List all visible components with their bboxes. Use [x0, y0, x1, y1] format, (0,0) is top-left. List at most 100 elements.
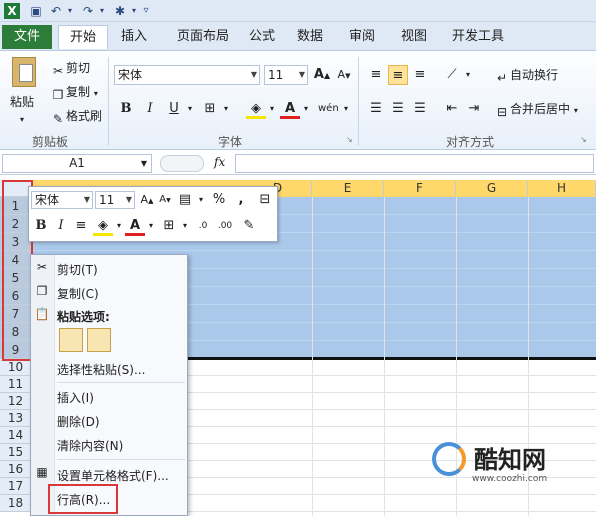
tab-home[interactable]: 开始: [58, 25, 108, 49]
wrap-text-button[interactable]: ↵ 自动换行: [494, 66, 558, 85]
mini-decrease-decimal-icon[interactable]: .00: [215, 216, 235, 236]
mini-percent-icon[interactable]: %: [209, 190, 229, 210]
column-gridline: [384, 197, 385, 516]
copy-button[interactable]: ❐ 复制 ▾: [50, 83, 98, 102]
group-divider: [108, 57, 109, 145]
tab-formulas[interactable]: 公式: [244, 25, 280, 49]
menu-item-paste-special[interactable]: 选择性粘贴(S)...: [57, 361, 145, 378]
underline-dropdown-icon[interactable]: ▾: [180, 99, 200, 119]
border-dropdown-icon[interactable]: ▾: [216, 99, 236, 119]
column-header-h[interactable]: H: [528, 180, 596, 197]
row-header-17[interactable]: 17: [0, 478, 32, 495]
row-header-11[interactable]: 11: [0, 376, 32, 393]
quick-access-toolbar: X ▣ ↶ ▾ ↷ ▾ ✱ ▾ ▿: [0, 0, 596, 22]
mini-font-name-combo[interactable]: 宋体 ▼: [31, 191, 93, 209]
menu-heading-paste-options: 粘贴选项:: [57, 310, 110, 324]
column-header-g[interactable]: G: [456, 180, 528, 197]
font-name-combo[interactable]: 宋体 ▼: [114, 65, 260, 85]
align-left-icon[interactable]: ☰: [366, 99, 386, 119]
mini-center-icon[interactable]: ≡: [71, 216, 91, 236]
mini-format-painter-icon[interactable]: ✎: [239, 216, 259, 236]
paste-button[interactable]: [8, 55, 42, 95]
customize-qat-icon[interactable]: ▿: [138, 3, 154, 19]
shrink-font-icon[interactable]: A▼: [334, 65, 354, 85]
format-cells-icon: ▦: [36, 465, 48, 479]
mini-shrink-font-icon[interactable]: A▼: [155, 190, 175, 210]
menu-item-format-cells[interactable]: 设置单元格格式(F)...: [57, 467, 169, 484]
row-header-12[interactable]: 12: [0, 393, 32, 410]
align-middle-icon[interactable]: ≡: [388, 65, 408, 85]
column-header-e[interactable]: E: [312, 180, 384, 197]
italic-icon[interactable]: I: [140, 99, 160, 119]
row-header-13[interactable]: 13: [0, 410, 32, 427]
tab-page-layout[interactable]: 页面布局: [168, 25, 238, 49]
mini-bold-icon[interactable]: B: [31, 216, 51, 236]
scissors-icon: ✂: [36, 260, 48, 274]
paste-values-option-icon[interactable]: [87, 328, 111, 352]
menu-item-delete[interactable]: 删除(D): [57, 413, 100, 430]
formula-bar: A1 ▼ fx: [0, 151, 596, 175]
mini-italic-icon[interactable]: I: [51, 216, 71, 236]
align-center-icon[interactable]: ☰: [388, 99, 408, 119]
font-dialog-launcher-icon[interactable]: ↘: [346, 135, 353, 144]
formula-input[interactable]: [235, 154, 594, 173]
align-top-icon[interactable]: ≡: [366, 65, 386, 85]
tab-data[interactable]: 数据: [292, 25, 328, 49]
paste-option-icon[interactable]: [59, 328, 83, 352]
row-header-10[interactable]: 10: [0, 359, 32, 376]
row-header-15[interactable]: 15: [0, 444, 32, 461]
alignment-dialog-launcher-icon[interactable]: ↘: [580, 135, 587, 144]
mini-toolbar: 宋体 ▼ 11 ▼ A▲ A▼ ▤ ▾ % , ⊟ B I ≡ ◈ ▾ A ▾ ⊞ …: [28, 186, 278, 242]
tab-view[interactable]: 视图: [396, 25, 432, 49]
insert-function-icon[interactable]: fx: [214, 155, 225, 169]
menu-item-copy[interactable]: 复制(C): [57, 285, 99, 302]
row-header-16[interactable]: 16: [0, 461, 32, 478]
redo-dropdown-icon[interactable]: ▾: [94, 3, 110, 19]
name-box[interactable]: A1 ▼: [2, 154, 152, 173]
undo-dropdown-icon[interactable]: ▾: [62, 3, 78, 19]
align-bottom-icon[interactable]: ≡: [410, 65, 430, 85]
paste-label[interactable]: 粘贴: [10, 93, 34, 111]
tab-file[interactable]: 文件: [2, 25, 52, 49]
column-header-f[interactable]: F: [384, 180, 456, 197]
orientation-dropdown-icon[interactable]: ▾: [458, 65, 478, 85]
font-size-combo[interactable]: 11 ▼: [264, 65, 308, 85]
paste-dropdown-icon[interactable]: ▾: [20, 111, 24, 129]
format-painter-button[interactable]: ✎ 格式刷: [50, 107, 102, 126]
tab-developer[interactable]: 开发工具: [446, 25, 510, 49]
phonetic-dropdown-icon[interactable]: ▾: [336, 99, 356, 119]
mini-font-color-dropdown-icon[interactable]: ▾: [141, 216, 161, 236]
increase-indent-icon[interactable]: ⇥: [464, 99, 484, 119]
mini-accounting-dropdown-icon[interactable]: ▾: [191, 190, 211, 210]
mini-grow-font-icon[interactable]: A▲: [137, 190, 157, 210]
merge-icon: ⊟: [496, 104, 508, 119]
fill-dropdown-icon[interactable]: ▾: [262, 99, 282, 119]
font-color-dropdown-icon[interactable]: ▾: [296, 99, 316, 119]
menu-item-cut[interactable]: 剪切(T): [57, 261, 98, 278]
group-divider: [358, 57, 359, 145]
mini-comma-icon[interactable]: ,: [231, 190, 251, 210]
row-header-18[interactable]: 18: [0, 495, 32, 512]
formula-divider-handle[interactable]: [160, 155, 204, 172]
copy-icon: ❐: [36, 284, 48, 298]
phonetic-icon[interactable]: wén: [318, 99, 339, 119]
tab-review[interactable]: 审阅: [344, 25, 380, 49]
watermark-url: www.coozhi.com: [472, 474, 548, 484]
save-icon[interactable]: ▣: [28, 3, 44, 19]
decrease-indent-icon[interactable]: ⇤: [442, 99, 462, 119]
grow-font-icon[interactable]: A▲: [312, 65, 332, 85]
bold-icon[interactable]: B: [116, 99, 136, 119]
menu-item-clear-contents[interactable]: 清除内容(N): [57, 437, 123, 454]
merge-center-button[interactable]: ⊟ 合并后居中 ▾: [494, 100, 578, 119]
row-header-14[interactable]: 14: [0, 427, 32, 444]
watermark-title: 酷知网: [474, 446, 546, 474]
align-right-icon[interactable]: ☰: [410, 99, 430, 119]
mini-merge-icon[interactable]: ⊟: [255, 190, 275, 210]
cut-button[interactable]: ✂ 剪切: [50, 59, 90, 78]
menu-item-insert[interactable]: 插入(I): [57, 389, 94, 406]
column-gridline: [312, 197, 313, 516]
mini-border-dropdown-icon[interactable]: ▾: [175, 216, 195, 236]
tab-insert[interactable]: 插入: [114, 25, 154, 49]
mini-increase-decimal-icon[interactable]: .0: [193, 216, 213, 236]
mini-font-size-combo[interactable]: 11 ▼: [95, 191, 135, 209]
